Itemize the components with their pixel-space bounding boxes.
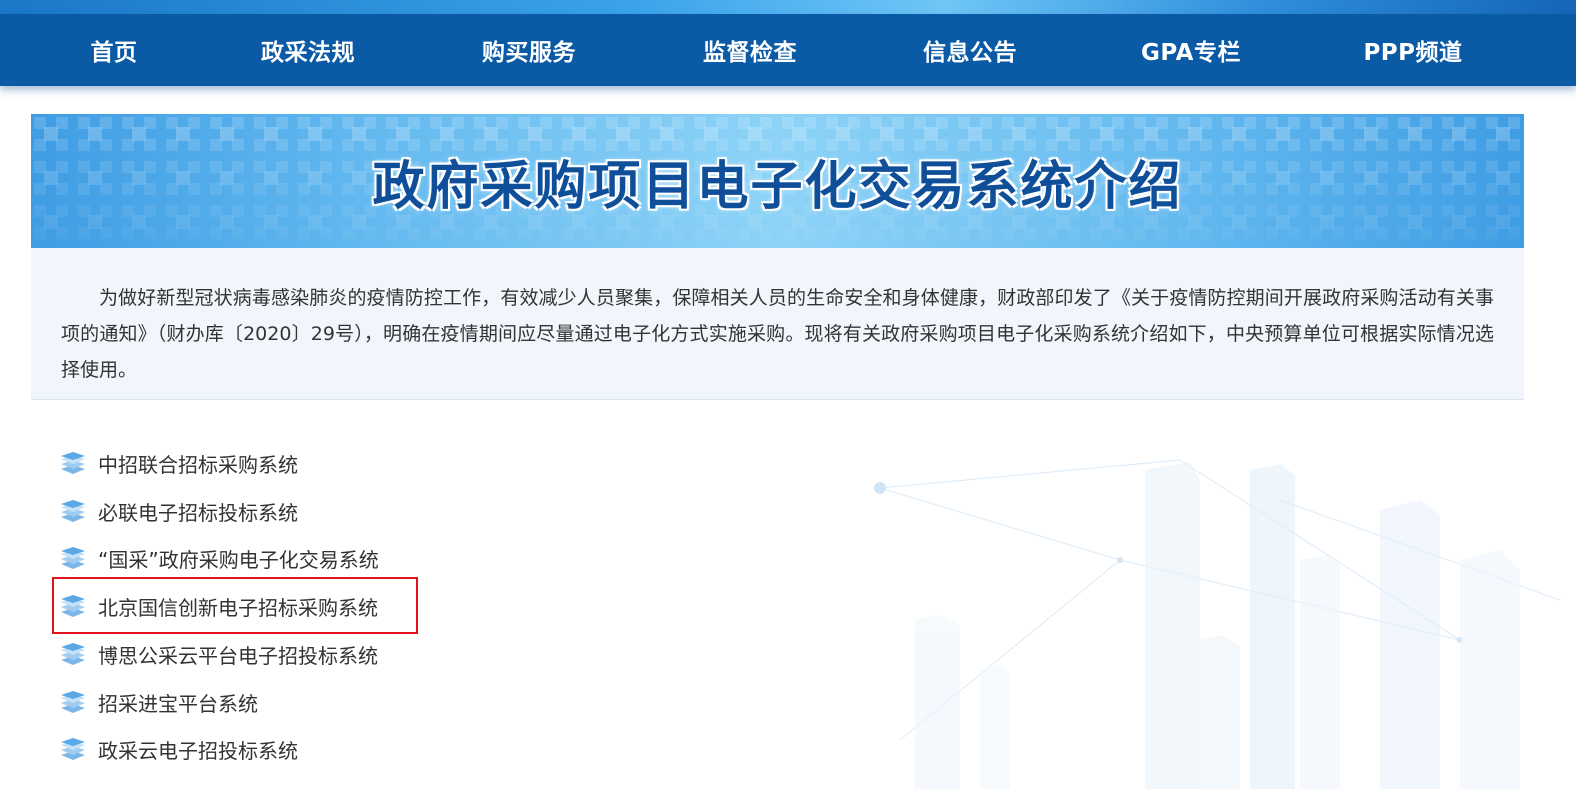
system-item-zhongzhao[interactable]: 中招联合招标采购系统 xyxy=(60,445,480,481)
system-item-label: 必联电子招标投标系统 xyxy=(98,500,298,525)
layers-stack-icon xyxy=(61,500,85,522)
top-banner-strip xyxy=(0,0,1576,14)
system-item-guocai[interactable]: “国采”政府采购电子化交易系统 xyxy=(60,540,480,576)
system-item-bosi[interactable]: 博思公采云平台电子招投标系统 xyxy=(60,636,480,672)
system-item-zhaocaijinbao[interactable]: 招采进宝平台系统 xyxy=(60,684,480,720)
nav-item-gpa[interactable]: GPA专栏 xyxy=(1091,14,1291,86)
nav-item-ppp[interactable]: PPP频道 xyxy=(1313,14,1513,86)
system-item-label: 招采进宝平台系统 xyxy=(98,691,258,716)
layers-stack-icon xyxy=(61,738,85,760)
main-nav: 首页 政采法规 购买服务 监督检查 信息公告 GPA专栏 PPP频道 xyxy=(0,14,1576,86)
banner-title: 政府采购项目电子化交易系统介绍 xyxy=(372,155,1183,217)
system-item-label: 中招联合招标采购系统 xyxy=(98,452,298,477)
system-item-label: 博思公采云平台电子招投标系统 xyxy=(98,643,378,668)
nav-item-regulations[interactable]: 政采法规 xyxy=(208,14,408,86)
layers-stack-icon xyxy=(61,547,85,569)
system-item-label: “国采”政府采购电子化交易系统 xyxy=(98,547,379,572)
system-item-zhengcaiyun[interactable]: 政采云电子招投标系统 xyxy=(60,731,480,767)
nav-item-purchase-services[interactable]: 购买服务 xyxy=(429,14,629,86)
system-item-bilian[interactable]: 必联电子招标投标系统 xyxy=(60,493,480,529)
layers-stack-icon xyxy=(61,452,85,474)
nav-item-home[interactable]: 首页 xyxy=(14,14,214,86)
system-item-label: 政采云电子招投标系统 xyxy=(98,738,298,763)
nav-item-supervision[interactable]: 监督检查 xyxy=(650,14,850,86)
city-illustration xyxy=(874,459,1561,789)
page-banner: 政府采购项目电子化交易系统介绍 xyxy=(31,114,1524,248)
layers-stack-icon xyxy=(61,643,85,665)
intro-section: 为做好新型冠状病毒感染肺炎的疫情防控工作，有效减少人员聚集，保障相关人员的生命安… xyxy=(31,248,1524,400)
intro-text: 为做好新型冠状病毒感染肺炎的疫情防控工作，有效减少人员聚集，保障相关人员的生命安… xyxy=(61,287,1494,381)
nav-item-announcements[interactable]: 信息公告 xyxy=(870,14,1070,86)
layers-stack-icon xyxy=(61,691,85,713)
selection-highlight xyxy=(52,577,418,634)
